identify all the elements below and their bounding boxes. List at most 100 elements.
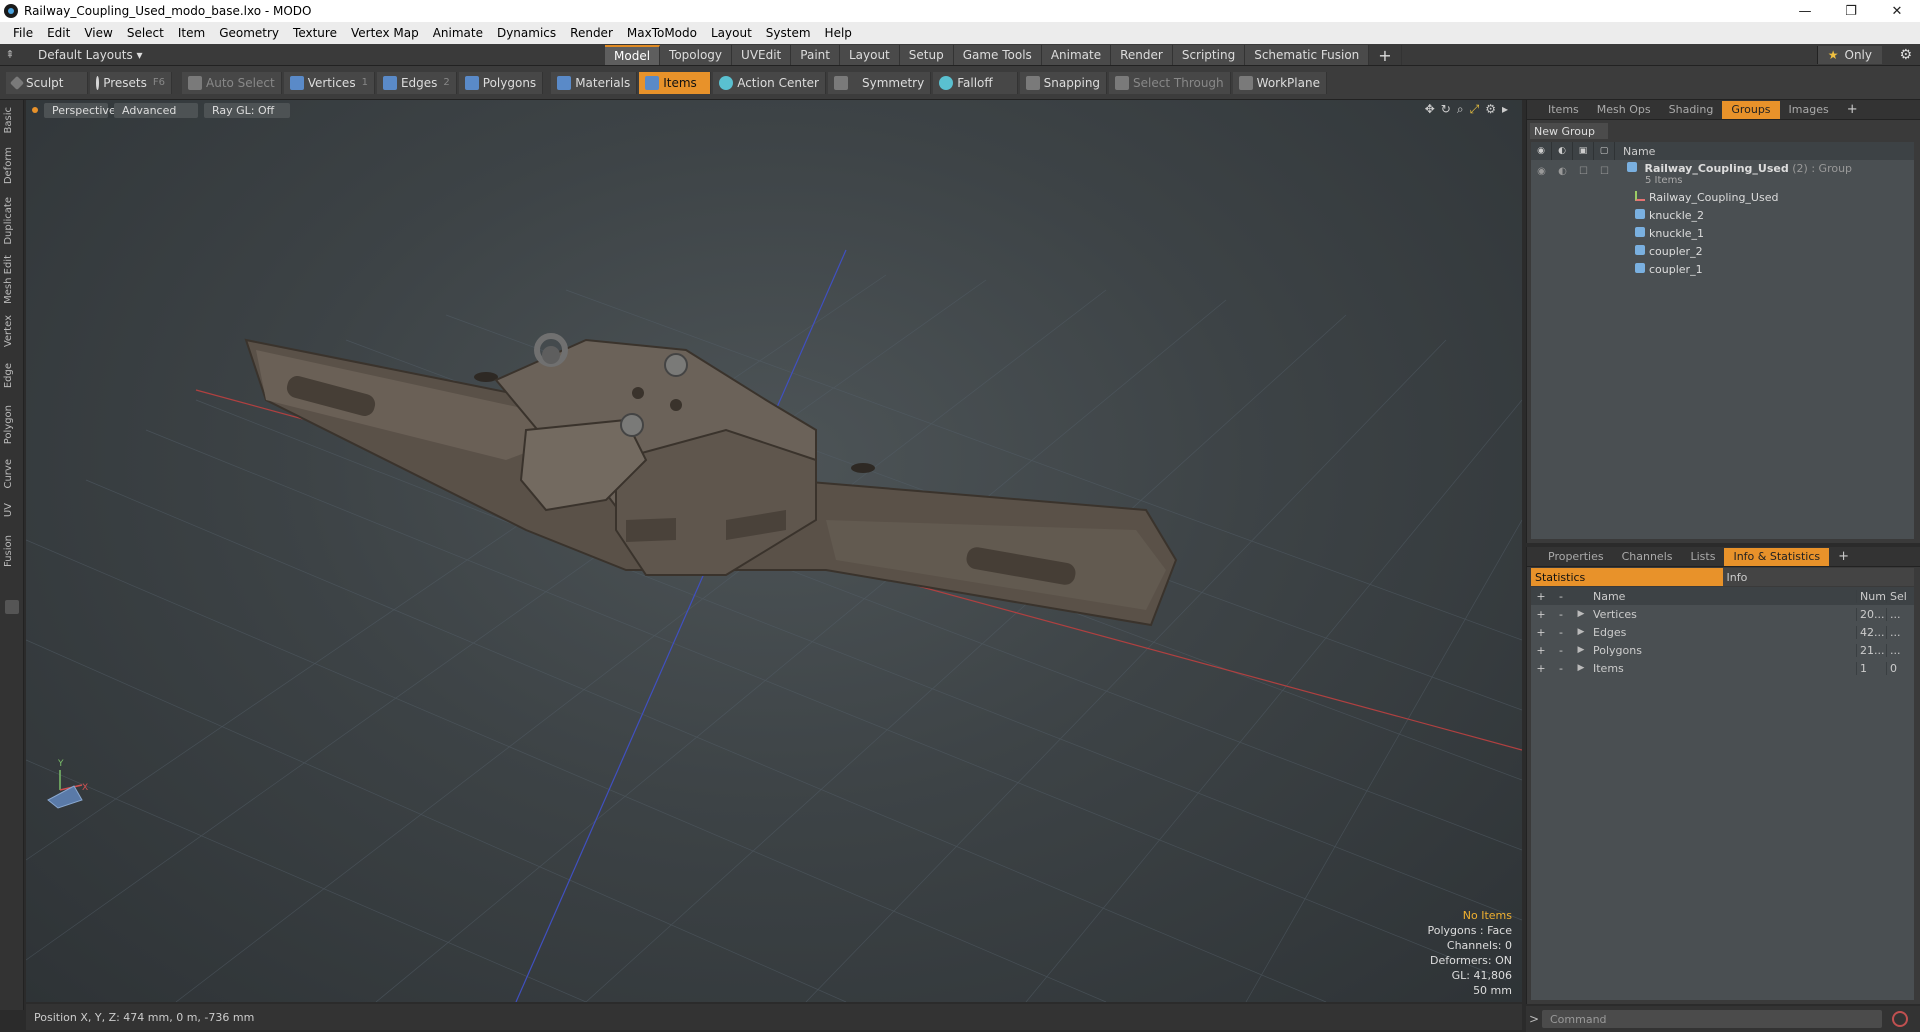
- expand-arrow-icon[interactable]: ▶: [1571, 609, 1591, 619]
- menu-file[interactable]: File: [6, 26, 40, 40]
- add-icon[interactable]: +: [1531, 608, 1551, 621]
- maximize-button[interactable]: ❐: [1828, 0, 1874, 22]
- group-render-icon[interactable]: ◐: [1552, 166, 1573, 177]
- record-icon[interactable]: [1892, 1011, 1908, 1027]
- menu-edit[interactable]: Edit: [40, 26, 77, 40]
- tree-item-locator[interactable]: Railway_Coupling_Used: [1531, 188, 1914, 206]
- add-panel-tab-button[interactable]: +: [1838, 101, 1867, 119]
- vtab-curve[interactable]: Curve: [3, 456, 21, 492]
- tab-mesh-ops[interactable]: Mesh Ops: [1588, 101, 1660, 119]
- menu-layout[interactable]: Layout: [704, 26, 759, 40]
- viewport-menu-dot[interactable]: [32, 107, 38, 113]
- viewport-expand-icon[interactable]: ▸: [1502, 102, 1508, 117]
- tree-item-knuckle-1[interactable]: knuckle_1: [1531, 224, 1914, 242]
- tab-groups[interactable]: Groups: [1722, 100, 1780, 119]
- vtab-mesh-edit[interactable]: Mesh Edit: [3, 252, 21, 307]
- tree-item-knuckle-2[interactable]: knuckle_2: [1531, 206, 1914, 224]
- menu-system[interactable]: System: [759, 26, 818, 40]
- expand-all-icon[interactable]: +: [1531, 590, 1551, 603]
- vtab-edge[interactable]: Edge: [3, 360, 21, 391]
- close-button[interactable]: ✕: [1874, 0, 1920, 22]
- action-center-button[interactable]: Action Center: [713, 71, 826, 94]
- vertices-button[interactable]: Vertices 1: [283, 71, 375, 94]
- menu-geometry[interactable]: Geometry: [212, 26, 286, 40]
- minimize-button[interactable]: —: [1782, 0, 1828, 22]
- tab-properties[interactable]: Properties: [1539, 548, 1613, 566]
- menu-animate[interactable]: Animate: [426, 26, 490, 40]
- group-lock-icon[interactable]: ☐: [1573, 166, 1594, 177]
- menu-render[interactable]: Render: [563, 26, 620, 40]
- vtab-polygon[interactable]: Polygon: [3, 402, 21, 447]
- default-layouts-dropdown[interactable]: Default Layouts ▾: [38, 48, 143, 62]
- stat-row-items[interactable]: + - ▶ Items 1 0: [1531, 659, 1914, 677]
- remove-icon[interactable]: -: [1551, 662, 1571, 675]
- render-column-icon[interactable]: ◐: [1552, 142, 1573, 160]
- tab-animate[interactable]: Animate: [1041, 45, 1112, 65]
- pin-icon[interactable]: ⇞: [0, 48, 20, 61]
- tab-channels[interactable]: Channels: [1613, 548, 1682, 566]
- group-row[interactable]: ◉ ◐ ☐ ☐ Railway_Coupling_Used (2) : Group 5…: [1531, 160, 1914, 186]
- tab-uvedit[interactable]: UVEdit: [732, 45, 792, 65]
- menu-help[interactable]: Help: [818, 26, 859, 40]
- vtab-fusion[interactable]: Fusion: [3, 532, 21, 570]
- add-panel-tab-button[interactable]: +: [1829, 548, 1858, 566]
- snapping-button[interactable]: Snapping: [1019, 71, 1108, 94]
- fit-view-icon[interactable]: ⤢: [1470, 102, 1480, 117]
- expand-arrow-icon[interactable]: ▶: [1571, 663, 1591, 673]
- gear-icon[interactable]: ⚙: [1899, 47, 1912, 63]
- add-icon[interactable]: +: [1531, 626, 1551, 639]
- presets-button[interactable]: Presets F6: [90, 71, 172, 94]
- vtab-deform[interactable]: Deform: [3, 144, 21, 187]
- menu-view[interactable]: View: [77, 26, 119, 40]
- tab-layout[interactable]: Layout: [839, 45, 900, 65]
- menu-vertex-map[interactable]: Vertex Map: [344, 26, 426, 40]
- command-input[interactable]: Command: [1542, 1010, 1882, 1028]
- tab-shading[interactable]: Shading: [1660, 101, 1723, 119]
- tab-schematic-fusion[interactable]: Schematic Fusion: [1245, 45, 1370, 65]
- add-icon[interactable]: +: [1531, 644, 1551, 657]
- railway-coupling-model[interactable]: [244, 333, 1178, 627]
- raygl-button[interactable]: Ray GL: Off: [204, 102, 290, 118]
- 3d-viewport[interactable]: Y X Perspective Advanced Ray GL: Off ✥ ↻…: [26, 100, 1522, 1002]
- visibility-column-icon[interactable]: ◉: [1531, 142, 1552, 160]
- tab-items[interactable]: Items: [1539, 101, 1588, 119]
- tree-item-coupler-2[interactable]: coupler_2: [1531, 242, 1914, 260]
- items-button[interactable]: Items: [639, 71, 712, 94]
- menu-item[interactable]: Item: [171, 26, 212, 40]
- tab-images[interactable]: Images: [1780, 101, 1838, 119]
- subtab-info[interactable]: Info: [1722, 568, 1914, 586]
- tab-topology[interactable]: Topology: [660, 45, 733, 65]
- tab-model[interactable]: Model: [605, 45, 661, 65]
- menu-select[interactable]: Select: [120, 26, 171, 40]
- collapse-all-icon[interactable]: -: [1551, 590, 1571, 603]
- menu-dynamics[interactable]: Dynamics: [490, 26, 563, 40]
- stat-row-edges[interactable]: + - ▶ Edges 42... ...: [1531, 623, 1914, 641]
- remove-icon[interactable]: -: [1551, 644, 1571, 657]
- lock-column-icon[interactable]: ▣: [1573, 142, 1594, 160]
- sculpt-button[interactable]: Sculpt: [6, 71, 88, 94]
- tab-render[interactable]: Render: [1111, 45, 1173, 65]
- menu-maxtomodo[interactable]: MaxToModo: [620, 26, 704, 40]
- select-through-button[interactable]: Select Through: [1109, 71, 1231, 94]
- new-group-button[interactable]: New Group: [1530, 123, 1608, 139]
- stat-row-vertices[interactable]: + - ▶ Vertices 20... ...: [1531, 605, 1914, 623]
- only-toggle-button[interactable]: ★ Only: [1816, 46, 1882, 64]
- viewport-settings-icon[interactable]: ⚙: [1485, 102, 1496, 117]
- symmetry-button[interactable]: Symmetry: [828, 71, 932, 94]
- falloff-button[interactable]: Falloff: [933, 71, 1018, 94]
- expand-arrow-icon[interactable]: ▶: [1571, 645, 1591, 655]
- menu-texture[interactable]: Texture: [286, 26, 344, 40]
- tab-paint[interactable]: Paint: [791, 45, 840, 65]
- panel-toggle-icon[interactable]: [5, 600, 19, 614]
- add-tab-button[interactable]: +: [1369, 45, 1402, 65]
- tree-item-coupler-1[interactable]: coupler_1: [1531, 260, 1914, 278]
- expand-arrow-icon[interactable]: ▶: [1571, 627, 1591, 637]
- polygons-button[interactable]: Polygons: [458, 71, 544, 94]
- remove-icon[interactable]: -: [1551, 608, 1571, 621]
- view-mode-button[interactable]: Perspective: [44, 102, 116, 118]
- shading-mode-button[interactable]: Advanced: [114, 102, 198, 118]
- tab-lists[interactable]: Lists: [1682, 548, 1725, 566]
- subtab-statistics[interactable]: Statistics: [1531, 568, 1723, 586]
- vtab-vertex[interactable]: Vertex: [3, 312, 21, 350]
- edges-button[interactable]: Edges 2: [376, 71, 457, 94]
